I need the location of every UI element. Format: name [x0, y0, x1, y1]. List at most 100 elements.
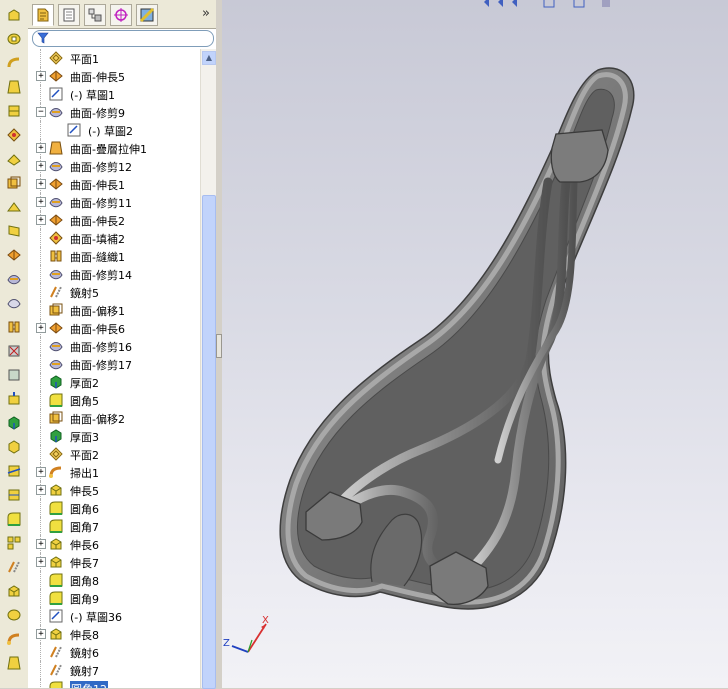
replace-face-button[interactable] [4, 366, 24, 384]
collapse-toggle-icon[interactable]: − [36, 107, 46, 117]
tree-scrollbar[interactable]: ▲ [200, 49, 217, 689]
expand-toggle-icon[interactable]: + [36, 161, 46, 171]
replace-face-icon [8, 369, 20, 381]
expand-toggle-icon[interactable]: + [36, 179, 46, 189]
tree-node[interactable]: + 曲面-修剪12 [28, 157, 200, 175]
tree-node-label: 圓角12 [70, 681, 108, 688]
mirror-button[interactable] [4, 558, 24, 576]
tree-node[interactable]: 平面2 [28, 445, 200, 463]
planar-surface-button[interactable] [4, 150, 24, 168]
untrim-surface-button[interactable] [4, 294, 24, 312]
tree-node[interactable]: + 掃出1 [28, 463, 200, 481]
tree-node[interactable]: + 曲面-修剪11 [28, 193, 200, 211]
revolved-surface-icon [7, 33, 21, 45]
mid-surface-button[interactable] [4, 486, 24, 504]
fill-surface-button[interactable] [4, 126, 24, 144]
revolve-button[interactable] [4, 606, 24, 624]
expand-toggle-icon[interactable]: + [36, 143, 46, 153]
expand-toggle-icon[interactable]: + [36, 215, 46, 225]
scroll-up-arrow-icon[interactable]: ▲ [202, 51, 216, 65]
tree-node[interactable]: + 曲面-伸長2 [28, 211, 200, 229]
loft-button[interactable] [4, 654, 24, 672]
extend-surface-button[interactable] [4, 246, 24, 264]
tree-node[interactable]: 曲面-縫織1 [28, 247, 200, 265]
featuremanager-tree-tab[interactable] [32, 4, 54, 26]
lofted-surface-button[interactable] [4, 78, 24, 96]
cut-with-surface-button[interactable] [4, 462, 24, 480]
boundary-surface-button[interactable] [4, 102, 24, 120]
tree-node[interactable]: 厚面2 [28, 373, 200, 391]
tree-node[interactable]: 鏡射7 [28, 661, 200, 679]
offset-surface-icon [48, 302, 64, 318]
tree-node[interactable]: + 伸長6 [28, 535, 200, 553]
extrude-button[interactable] [4, 582, 24, 600]
tree-node[interactable]: 厚面3 [28, 427, 200, 445]
tree-node[interactable]: 圓角6 [28, 499, 200, 517]
tree-node-label: 伸長5 [70, 485, 99, 498]
tree-node[interactable]: + 曲面-疊層拉伸1 [28, 139, 200, 157]
tree-node[interactable]: 圓角7 [28, 517, 200, 535]
tree-node[interactable]: (-) 草圖36 [28, 607, 200, 625]
tree-node[interactable]: 鏡射6 [28, 643, 200, 661]
tree-node[interactable]: 曲面-填補2 [28, 229, 200, 247]
tree-node[interactable]: − 曲面-修剪9 [28, 103, 200, 121]
thicken-cut-button[interactable] [4, 438, 24, 456]
expand-toggle-icon[interactable]: + [36, 557, 46, 567]
property-manager-tab[interactable] [58, 4, 80, 26]
tree-node[interactable]: + 伸長8 [28, 625, 200, 643]
expand-toggle-icon[interactable]: + [36, 485, 46, 495]
tree-node[interactable]: 曲面-偏移2 [28, 409, 200, 427]
tree-node[interactable]: + 曲面-伸長6 [28, 319, 200, 337]
tree-node[interactable]: + 曲面-伸長1 [28, 175, 200, 193]
display-manager-tab[interactable] [136, 4, 158, 26]
radiate-surface-button[interactable] [4, 198, 24, 216]
fillet-button[interactable] [4, 510, 24, 528]
scrollbar-thumb[interactable] [202, 195, 216, 689]
tree-node[interactable]: 曲面-修剪16 [28, 337, 200, 355]
expand-toggle-icon[interactable]: + [36, 71, 46, 81]
tree-node[interactable]: + 伸長7 [28, 553, 200, 571]
tree-node-label: 伸長7 [70, 557, 99, 570]
tree-node[interactable]: + 曲面-伸長5 [28, 67, 200, 85]
tree-node[interactable]: 曲面-修剪14 [28, 265, 200, 283]
pattern-button[interactable] [4, 534, 24, 552]
expand-toggle-icon[interactable]: + [36, 467, 46, 477]
ruled-surface-button[interactable] [4, 222, 24, 240]
configuration-manager-icon [88, 8, 102, 22]
configuration-manager-tab[interactable] [84, 4, 106, 26]
tree-node[interactable]: 圓角5 [28, 391, 200, 409]
move-face-button[interactable] [4, 390, 24, 408]
expand-toggle-icon[interactable]: + [36, 323, 46, 333]
knit-surface-button[interactable] [4, 318, 24, 336]
tree-node[interactable]: 平面1 [28, 49, 200, 67]
offset-surface-button[interactable] [4, 174, 24, 192]
tree-node[interactable]: 圓角8 [28, 571, 200, 589]
saddle-3d-model[interactable] [222, 0, 728, 688]
tree-node[interactable]: 鏡射5 [28, 283, 200, 301]
thicken-button[interactable] [4, 414, 24, 432]
swept-surface-button[interactable] [4, 54, 24, 72]
tree-node[interactable]: 圓角12 [28, 679, 200, 688]
tree-node-label: (-) 草圖36 [70, 611, 123, 624]
expand-toggle-icon[interactable]: + [36, 197, 46, 207]
trim-surface-button[interactable] [4, 270, 24, 288]
delete-face-button[interactable] [4, 342, 24, 360]
tree-node[interactable]: 曲面-偏移1 [28, 301, 200, 319]
fill-surface-icon [48, 230, 64, 246]
tree-node[interactable]: + 伸長5 [28, 481, 200, 499]
tree-node[interactable]: (-) 草圖2 [28, 121, 200, 139]
graphics-area[interactable]: Z X [222, 0, 728, 688]
more-tabs-button[interactable]: » [202, 6, 210, 21]
expand-toggle-icon[interactable]: + [36, 629, 46, 639]
expand-toggle-icon[interactable]: + [36, 539, 46, 549]
tree-filter-input[interactable] [32, 30, 214, 47]
tree-node[interactable]: 圓角9 [28, 589, 200, 607]
extend-surface-icon [48, 320, 64, 336]
tree-node[interactable]: (-) 草圖1 [28, 85, 200, 103]
sweep-button[interactable] [4, 630, 24, 648]
extruded-surface-button[interactable] [4, 6, 24, 24]
tree-node[interactable]: 曲面-修剪17 [28, 355, 200, 373]
revolved-surface-button[interactable] [4, 30, 24, 48]
dimxpert-manager-tab[interactable] [110, 4, 132, 26]
tree-connector [40, 661, 42, 679]
